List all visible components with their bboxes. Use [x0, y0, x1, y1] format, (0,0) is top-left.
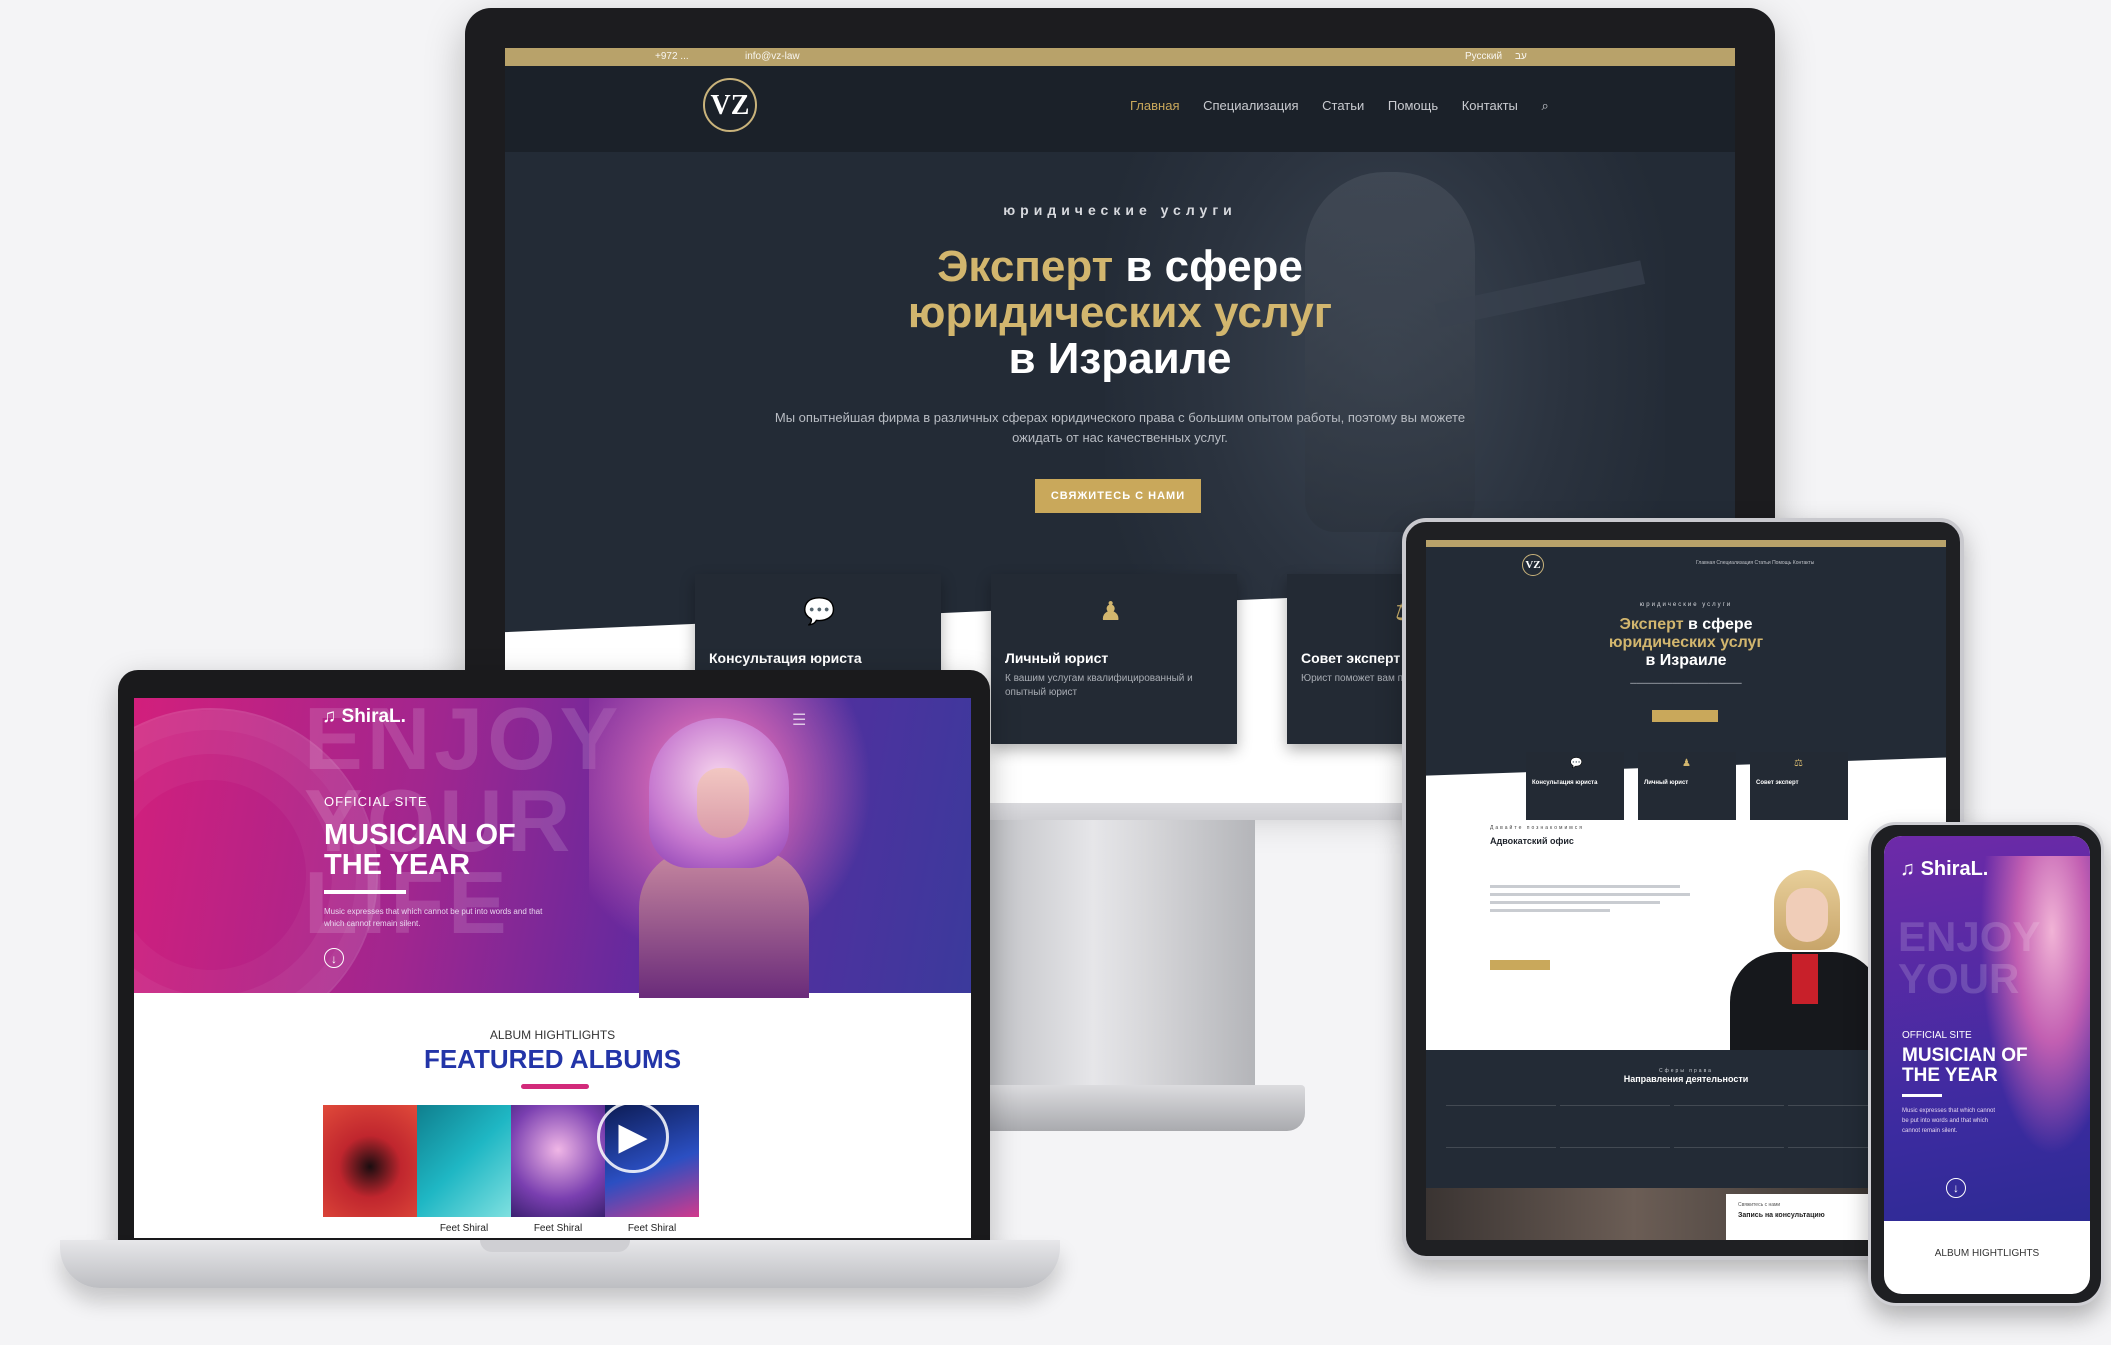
laptop-notch	[480, 1240, 630, 1252]
phone-headline: MUSICIAN OF THE YEAR	[1902, 1045, 2028, 1086]
album-card[interactable]: Feet Shiral	[417, 1105, 511, 1234]
nav-articles[interactable]: Статьи	[1322, 98, 1364, 113]
topbar-lang-he[interactable]: עב	[1515, 51, 1527, 62]
nav-home[interactable]: Главная	[1130, 98, 1179, 113]
tablet-card[interactable]: ♟ Личный юрист	[1638, 752, 1736, 820]
hero-title: Эксперт в сфере юридических услуг в Изра…	[907, 242, 1333, 383]
tablet-nav[interactable]: Главная Специализация Статьи Помощь Конт…	[1696, 560, 1814, 566]
service-card-personal-lawyer[interactable]: ♟ Личный юрист К вашим услугам квалифици…	[991, 574, 1237, 744]
phone-website: ENJOY YOUR ♫ ShiraL. OFFICIAL SITE MUSIC…	[1884, 836, 2090, 1294]
contact-us-button[interactable]: СВЯЖИТЕСЬ С НАМИ	[1035, 479, 1201, 513]
enjoy-background-text: ENJOY YOUR	[1898, 913, 2040, 1002]
imac-stand	[985, 820, 1255, 1090]
topbar-email[interactable]: info@vz-law	[745, 51, 800, 62]
practice-areas-grid	[1446, 1105, 1926, 1189]
phone-kicker: OFFICIAL SITE	[1902, 1030, 1972, 1041]
phone-blurb: Music expresses that which cannot be put…	[1902, 1108, 1996, 1134]
nav-specialization[interactable]: Специализация	[1203, 98, 1298, 113]
about-kicker: Давайте познакомимся	[1490, 825, 1584, 831]
hero-headline: MUSICIAN OF THE YEAR	[324, 819, 516, 881]
scroll-down-icon[interactable]: ↓	[1946, 1178, 1966, 1198]
hero-description: Мы опытнейшая фирма в различных сферах ю…	[774, 410, 1466, 445]
top-info-bar: +972 ... info@vz-law Русский עב	[505, 48, 1735, 66]
title-underline	[521, 1084, 589, 1089]
vz-logo[interactable]: VZ	[1522, 554, 1544, 576]
featured-albums-title: FEATURED ALBUMS	[423, 1044, 682, 1074]
brand-logo[interactable]: ♫ ShiraL.	[322, 706, 406, 728]
play-button-icon[interactable]: ▶	[597, 1101, 669, 1173]
headline-underline	[1902, 1094, 1942, 1097]
album-kicker: ALBUM HIGHTLIGHTS	[1934, 1248, 2040, 1259]
tablet-top-bar	[1426, 540, 1946, 547]
consultation-box[interactable]: Свяжитесь с нами Запись на консультацию	[1726, 1194, 1886, 1240]
search-icon[interactable]: ⌕	[1542, 98, 1549, 113]
about-button[interactable]	[1490, 960, 1550, 970]
tablet-hero-title: Эксперт в сфере юридических услуг в Изра…	[1608, 616, 1764, 669]
topbar-phone[interactable]: +972 ...	[655, 51, 689, 62]
main-nav: Главная Специализация Статьи Помощь Конт…	[1130, 98, 1569, 114]
album-card[interactable]: Feet Shiral	[511, 1105, 605, 1234]
menu-icon[interactable]: ☰	[792, 710, 806, 730]
vz-logo[interactable]: VZ	[703, 78, 757, 132]
hero-kicker: юридические услуги	[1003, 202, 1237, 218]
about-text	[1490, 885, 1690, 917]
brand-logo[interactable]: ♫ ShiraL.	[1900, 858, 1988, 881]
tablet-card[interactable]: 💬 Консультация юриста	[1526, 752, 1624, 820]
about-title: Адвокатский офис	[1490, 836, 1574, 846]
imac-base	[935, 1085, 1305, 1131]
person-icon: ♟	[1099, 596, 1123, 626]
headline-underline	[324, 890, 406, 894]
nav-help[interactable]: Помощь	[1388, 98, 1438, 113]
tablet-kicker: юридические услуги	[1639, 602, 1733, 608]
singer-portrait	[589, 698, 899, 998]
tablet-card[interactable]: ⚖ Совет эксперт	[1750, 752, 1848, 820]
album-kicker: ALBUM HIGHTLIGHTS	[489, 1028, 616, 1042]
chat-icon: 💬	[803, 596, 836, 626]
tablet-contact-button[interactable]	[1652, 710, 1718, 722]
album-card[interactable]	[323, 1105, 417, 1217]
hero-kicker: OFFICIAL SITE	[324, 794, 428, 809]
topbar-lang-ru[interactable]: Русский	[1465, 51, 1502, 62]
tablet-hero-text: ━━━━━━━━━━━━━━━━━━━━━━━━━━━━━━━━━━━━━	[1630, 681, 1742, 687]
scroll-down-icon[interactable]: ↓	[324, 948, 344, 968]
hero-blurb: Music expresses that which cannot be put…	[324, 907, 543, 928]
laptop-website: ENJOY YOUR LIFE ♫ ShiraL. ☰ OFFICIAL SIT…	[134, 698, 971, 1238]
nav-contacts[interactable]: Контакты	[1462, 98, 1518, 113]
